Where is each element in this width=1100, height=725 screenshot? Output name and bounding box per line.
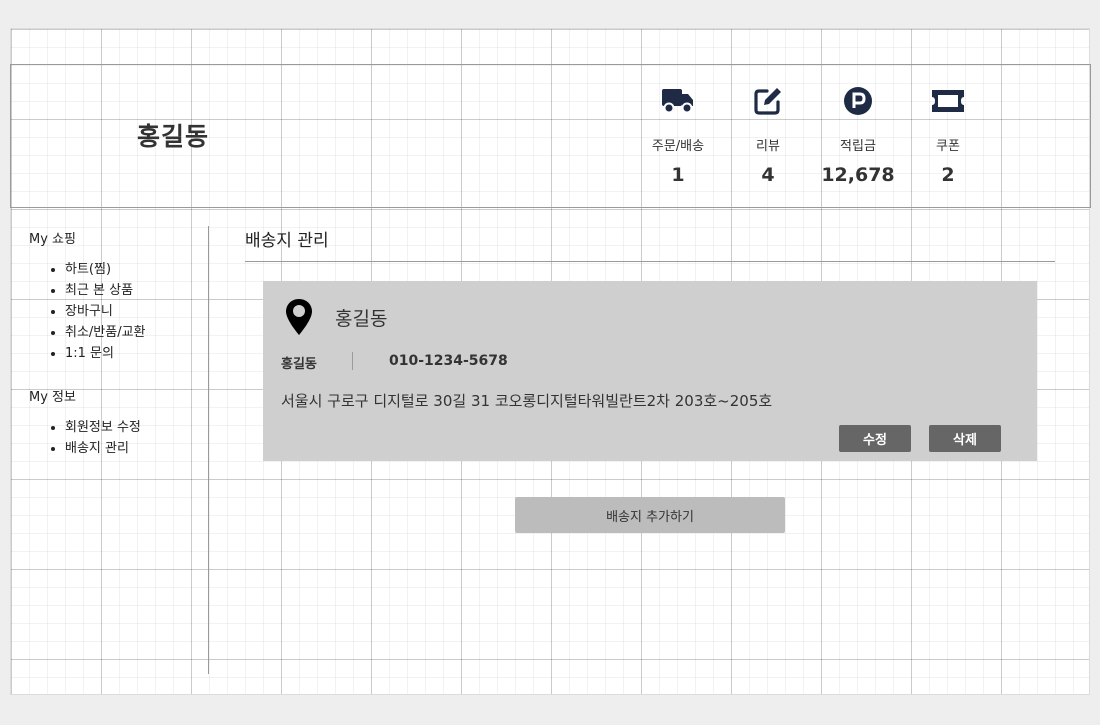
add-address-button[interactable]: 배송지 추가하기: [515, 497, 785, 533]
address-card: 홍길동 홍길동 010-1234-5678 서울시 구로구 디지털로 30길 3…: [263, 281, 1037, 461]
stat-label: 적립금: [840, 139, 876, 154]
edit-button[interactable]: 수정: [839, 425, 911, 452]
location-pin-icon: [285, 298, 313, 336]
title-divider: [245, 261, 1055, 262]
truck-icon: [633, 85, 723, 117]
sidebar-list-info: 회원정보 수정 배송지 관리: [29, 417, 204, 459]
recipient-name: 홍길동: [281, 357, 317, 372]
sidebar-item-recent[interactable]: 최근 본 상품: [65, 280, 204, 301]
sidebar-list-shopping: 하트(찜) 최근 본 상품 장바구니 취소/반품/교환 1:1 문의: [29, 259, 204, 364]
sidebar-item-hearts[interactable]: 하트(찜): [65, 259, 204, 280]
sidebar-title-info: My 정보: [29, 390, 76, 405]
sidebar: My 쇼핑 하트(찜) 최근 본 상품 장바구니 취소/반품/교환 1:1 문의…: [29, 228, 204, 459]
stat-label: 리뷰: [756, 139, 780, 154]
delete-button[interactable]: 삭제: [929, 425, 1001, 452]
stat-value: 1: [671, 164, 685, 186]
address-name: 홍길동: [335, 308, 388, 330]
sidebar-title-shopping: My 쇼핑: [29, 232, 76, 247]
sidebar-item-address-manage[interactable]: 배송지 관리: [65, 438, 204, 459]
address-text: 서울시 구로구 디지털로 30길 31 코오롱디지털타워빌란트2차 203호~2…: [281, 392, 773, 410]
stat-value: 4: [761, 164, 775, 186]
sidebar-item-inquiry[interactable]: 1:1 문의: [65, 343, 204, 364]
stat-label: 주문/배송: [651, 139, 705, 154]
point-icon: [813, 85, 903, 117]
sidebar-divider: [208, 226, 209, 674]
stat-label: 쿠폰: [936, 139, 960, 154]
ticket-icon: [903, 85, 993, 117]
stat-value: 12,678: [821, 164, 895, 186]
sidebar-item-profile-edit[interactable]: 회원정보 수정: [65, 417, 204, 438]
stat-coupons[interactable]: 쿠폰 2: [903, 85, 993, 186]
profile-header: 홍길동 주문/배송 1 리뷰 4 적립금 12,678 쿠폰 2: [10, 64, 1091, 208]
user-name: 홍길동: [137, 122, 210, 151]
stat-reviews[interactable]: 리뷰 4: [723, 85, 813, 186]
page-title: 배송지 관리: [245, 231, 329, 251]
stat-orders[interactable]: 주문/배송 1: [633, 85, 723, 186]
separator: [352, 352, 353, 370]
sidebar-item-cart[interactable]: 장바구니: [65, 301, 204, 322]
edit-icon: [723, 85, 813, 117]
stat-points[interactable]: 적립금 12,678: [813, 85, 903, 186]
sidebar-item-returns[interactable]: 취소/반품/교환: [65, 322, 204, 343]
stat-value: 2: [941, 164, 955, 186]
recipient-phone: 010-1234-5678: [389, 353, 508, 369]
